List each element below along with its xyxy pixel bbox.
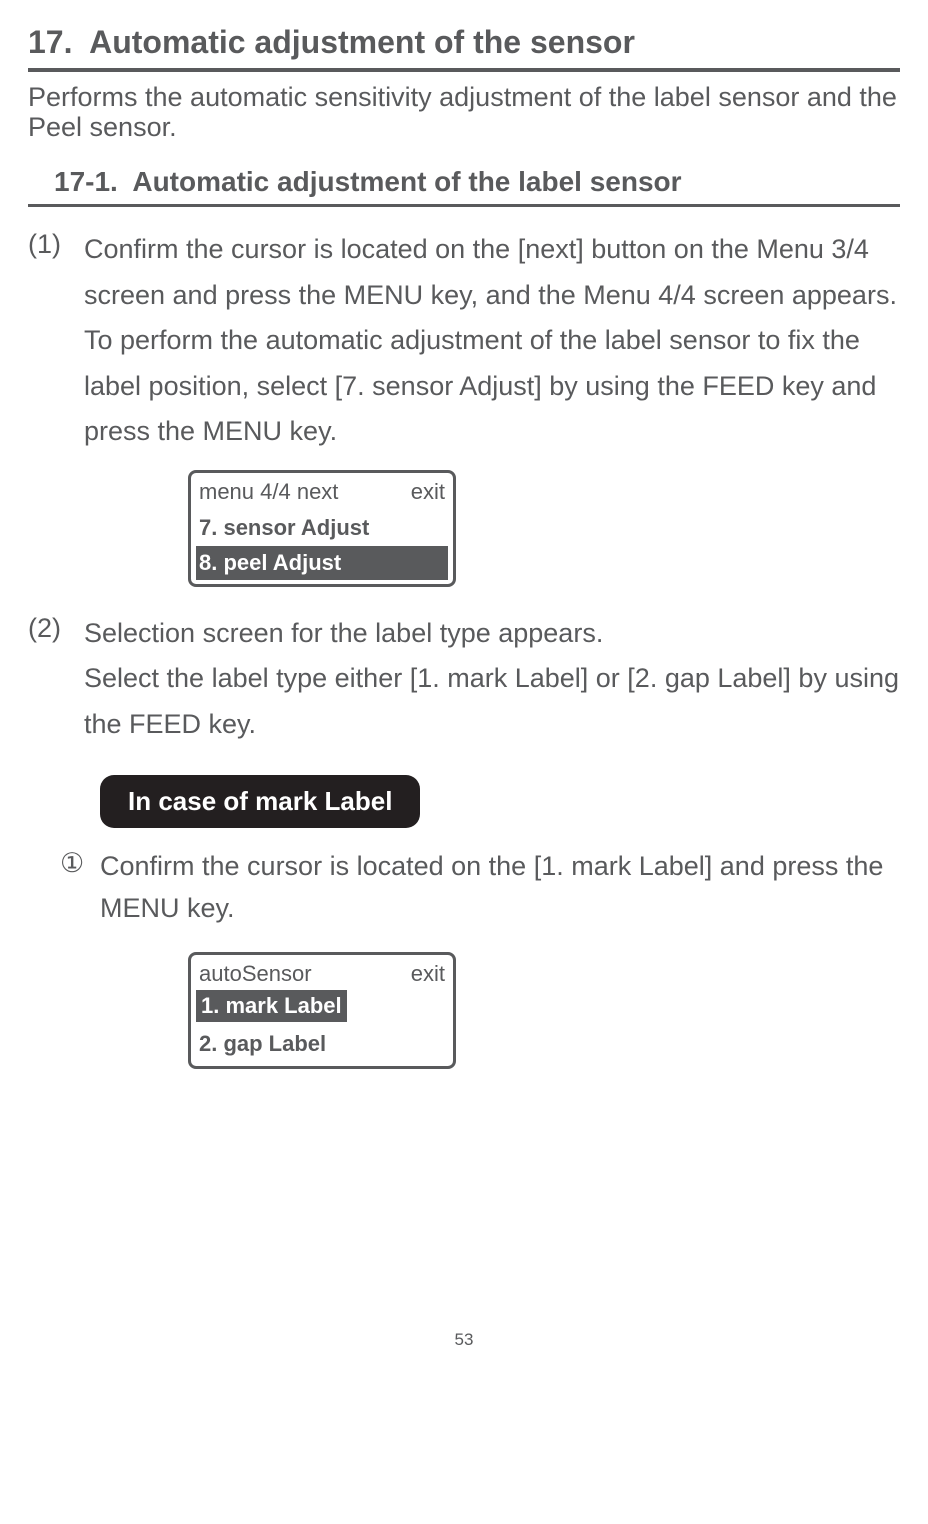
step-2-line2: Select the label type either [1. mark La… [84,663,899,738]
subsection-rule [28,204,900,207]
lcd2-row2-selected: 1. mark Label [196,990,347,1022]
step-2: (2) Selection screen for the label type … [28,611,900,747]
lcd1-row2: 7. sensor Adjust [191,509,453,547]
circled-step-1: ① Confirm the cursor is located on the [… [60,846,900,930]
lcd-screen-1: menu 4/4 next exit 7. sensor Adjust 8. p… [188,470,456,587]
subsection-number: 17-1. [54,166,118,197]
lcd-screen-2-wrap: autoSensor exit 1. mark Label 2. gap Lab… [188,952,900,1070]
subsection-title: Automatic adjustment of the label sensor [132,166,681,197]
step-1-body: Confirm the cursor is located on the [ne… [84,227,900,454]
lcd-screen-1-wrap: menu 4/4 next exit 7. sensor Adjust 8. p… [188,470,900,587]
section-heading: 17. Automatic adjustment of the sensor [28,22,900,64]
section-rule [28,68,900,72]
lcd2-row1-left: autoSensor [199,960,312,989]
step-1: (1) Confirm the cursor is located on the… [28,227,900,454]
lcd1-row3-selected: 8. peel Adjust [196,546,448,580]
lcd1-row1-left: menu 4/4 next [199,478,338,507]
step-1-number: (1) [28,227,84,454]
lcd1-row1-right: exit [411,478,445,507]
section-title: Automatic adjustment of the sensor [89,24,635,60]
lcd1-row1: menu 4/4 next exit [191,473,453,509]
lcd2-row3: 2. gap Label [191,1025,453,1067]
step-2-line1: Selection screen for the label type appe… [84,618,603,648]
page-number: 53 [28,1329,900,1351]
section-number: 17. [28,24,72,60]
case-label-pill: In case of mark Label [100,775,420,828]
lcd2-row1: autoSensor exit [191,955,453,991]
step-2-number: (2) [28,611,84,747]
circled-step-1-body: Confirm the cursor is located on the [1.… [100,846,900,930]
lcd2-row2-wrap: 1. mark Label [191,990,453,1025]
subsection-heading: 17-1. Automatic adjustment of the label … [54,164,900,200]
step-2-body: Selection screen for the label type appe… [84,611,900,747]
lcd2-row1-right: exit [411,960,445,989]
intro-text: Performs the automatic sensitivity adjus… [28,82,900,142]
lcd-screen-2: autoSensor exit 1. mark Label 2. gap Lab… [188,952,456,1070]
circled-step-1-number: ① [60,846,100,930]
